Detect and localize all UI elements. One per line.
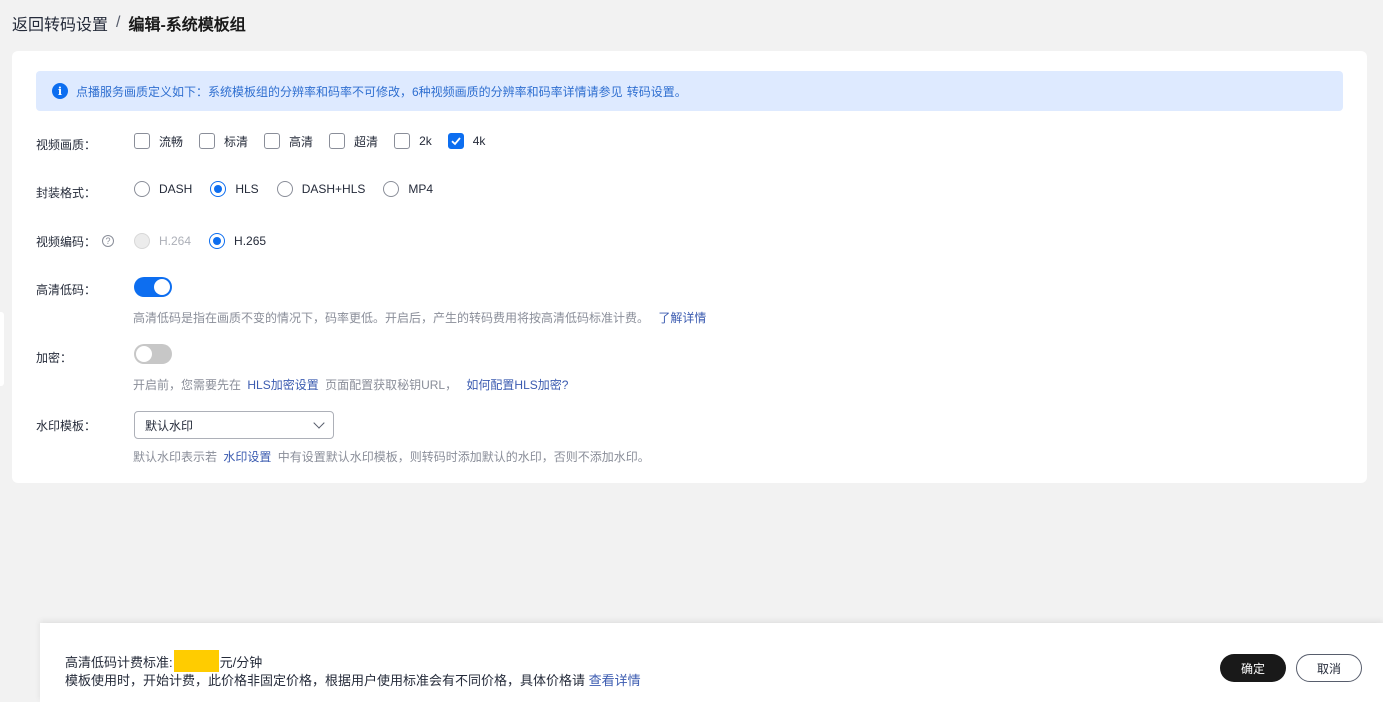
- format-option-DASH[interactable]: DASH: [134, 181, 192, 197]
- watermark-label: 水印模板：: [36, 418, 97, 433]
- codec-label-wrap: 视频编码： ?: [36, 233, 134, 250]
- format-options: DASH HLS DASH+HLS MP4: [134, 181, 451, 197]
- codec-option-label: H.264: [159, 234, 192, 248]
- format-option-HLS[interactable]: HLS: [210, 181, 259, 197]
- radio[interactable]: [383, 181, 400, 197]
- format-row: 封装格式： DASH HLS DASH+HLS MP4: [36, 179, 451, 200]
- watermark-select[interactable]: 默认水印: [134, 411, 334, 439]
- chevron-down-icon: [313, 417, 325, 429]
- radio-selected[interactable]: [210, 181, 227, 197]
- fee-price-redacted: [173, 650, 219, 672]
- fee-label: 高清低码计费标准:: [65, 654, 173, 670]
- watermark-hint: 默认水印表示若 水印设置 中有设置默认水印模板，则转码时添加默认的水印，否则不添…: [133, 448, 650, 465]
- quality-option-label: 高清: [289, 134, 314, 149]
- quality-option-高清[interactable]: 高清: [264, 133, 313, 150]
- confirm-button[interactable]: 确定: [1220, 654, 1286, 682]
- checkbox-checked[interactable]: [447, 133, 464, 149]
- format-option-label: DASH: [159, 182, 193, 196]
- quality-option-4k[interactable]: 4k: [447, 133, 486, 149]
- encryption-toggle[interactable]: [134, 344, 172, 364]
- format-option-MP4[interactable]: MP4: [383, 181, 433, 197]
- side-handle[interactable]: [0, 312, 4, 386]
- transcode-settings-link[interactable]: 转码设置。: [627, 83, 687, 100]
- watermark-hint-prefix: 默认水印表示若: [133, 450, 218, 464]
- checkbox[interactable]: [394, 133, 411, 149]
- codec-option-H.264: H.264: [134, 233, 191, 249]
- toggle-knob: [154, 279, 170, 295]
- page-title: 编辑-系统模板组: [128, 17, 246, 34]
- hd-low-bitrate-toggle[interactable]: [134, 277, 172, 297]
- radio[interactable]: [134, 181, 150, 197]
- encryption-hint: 开启前，您需要先在 HLS加密设置 页面配置获取秘钥URL， 如何配置HLS加密…: [133, 376, 568, 393]
- codec-row: 视频编码： ? H.264 H.265: [36, 231, 284, 251]
- format-label: 封装格式：: [36, 185, 97, 200]
- codec-option-H.265[interactable]: H.265: [209, 233, 266, 249]
- back-to-transcode-settings-link[interactable]: 返回转码设置: [12, 11, 108, 35]
- fee-line: 高清低码计费标准: 元/分钟: [65, 650, 262, 672]
- codec-option-label: H.265: [234, 234, 267, 248]
- quality-option-超清[interactable]: 超清: [329, 133, 378, 150]
- watermark-hint-suffix: 中有设置默认水印模板，则转码时添加默认的水印，否则不添加水印。: [277, 450, 650, 464]
- radio[interactable]: [276, 181, 293, 197]
- checkbox[interactable]: [199, 133, 216, 149]
- info-notice: i 点播服务画质定义如下：系统模板组的分辨率和码率不可修改，6种视频画质的分辨率…: [36, 71, 1343, 111]
- watermark-row: 水印模板： 默认水印: [36, 411, 334, 439]
- quality-row: 视频画质： 流畅 标清 高清 超清 2k 4k: [36, 131, 501, 152]
- format-option-DASH+HLS[interactable]: DASH+HLS: [276, 181, 366, 197]
- encryption-row: 加密：: [36, 344, 172, 365]
- radio-selected[interactable]: [209, 233, 226, 249]
- learn-more-link[interactable]: 了解详情: [658, 311, 706, 325]
- help-icon[interactable]: ?: [102, 235, 115, 247]
- fee-note: 模板使用时，开始计费，此价格非固定价格，根据用户使用标准会有不同价格，具体价格请…: [65, 670, 641, 689]
- footer-bar: 高清低码计费标准: 元/分钟 模板使用时，开始计费，此价格非固定价格，根据用户使…: [40, 623, 1383, 702]
- view-details-link[interactable]: 查看详情: [589, 673, 641, 688]
- watermark-settings-link[interactable]: 水印设置: [223, 450, 271, 464]
- codec-label: 视频编码：: [36, 234, 97, 249]
- template-form-card: i 点播服务画质定义如下：系统模板组的分辨率和码率不可修改，6种视频画质的分辨率…: [12, 51, 1367, 483]
- hd-low-bitrate-label: 高清低码：: [36, 282, 97, 297]
- hls-encryption-settings-link[interactable]: HLS加密设置: [247, 378, 318, 392]
- encryption-hint-prefix: 开启前，您需要先在: [133, 378, 242, 392]
- encryption-label: 加密：: [36, 350, 73, 365]
- quality-option-标清[interactable]: 标清: [199, 133, 248, 150]
- quality-option-label: 2k: [419, 134, 432, 148]
- hd-low-bitrate-row: 高清低码：: [36, 277, 172, 297]
- quality-option-label: 标清: [224, 134, 249, 149]
- format-option-label: DASH+HLS: [301, 182, 366, 196]
- format-option-label: MP4: [408, 182, 434, 196]
- encryption-hint-middle: 页面配置获取秘钥URL，: [325, 378, 458, 392]
- breadcrumb: 返回转码设置 / 编辑-系统模板组: [12, 12, 246, 34]
- quality-options: 流畅 标清 高清 超清 2k 4k: [134, 133, 501, 150]
- how-to-configure-hls-link[interactable]: 如何配置HLS加密?: [466, 378, 568, 392]
- hd-low-bitrate-hint: 高清低码是指在画质不变的情况下，码率更低。开启后，产生的转码费用将按高清低码标准…: [133, 309, 706, 326]
- watermark-selected-value: 默认水印: [145, 418, 194, 433]
- quality-option-label: 4k: [472, 134, 486, 148]
- radio: [134, 233, 150, 249]
- fee-note-text: 模板使用时，开始计费，此价格非固定价格，根据用户使用标准会有不同价格，具体价格请: [65, 673, 586, 688]
- format-option-label: HLS: [235, 182, 259, 196]
- quality-option-2k[interactable]: 2k: [394, 133, 432, 149]
- codec-options: H.264 H.265: [134, 233, 284, 249]
- quality-option-label: 流畅: [159, 134, 184, 149]
- checkbox[interactable]: [329, 133, 346, 149]
- toggle-knob: [136, 346, 152, 362]
- quality-option-流畅[interactable]: 流畅: [134, 133, 183, 150]
- info-icon: i: [52, 83, 68, 99]
- quality-label: 视频画质：: [36, 137, 97, 152]
- checkbox[interactable]: [134, 133, 150, 149]
- fee-unit: 元/分钟: [219, 654, 263, 670]
- hd-low-bitrate-hint-text: 高清低码是指在画质不变的情况下，码率更低。开启后，产生的转码费用将按高清低码标准…: [133, 311, 650, 325]
- breadcrumb-separator: /: [116, 14, 121, 31]
- notice-text: 点播服务画质定义如下：系统模板组的分辨率和码率不可修改，6种视频画质的分辨率和码…: [76, 84, 623, 99]
- cancel-button[interactable]: 取消: [1296, 654, 1362, 682]
- checkbox[interactable]: [264, 133, 281, 149]
- quality-option-label: 超清: [354, 134, 379, 149]
